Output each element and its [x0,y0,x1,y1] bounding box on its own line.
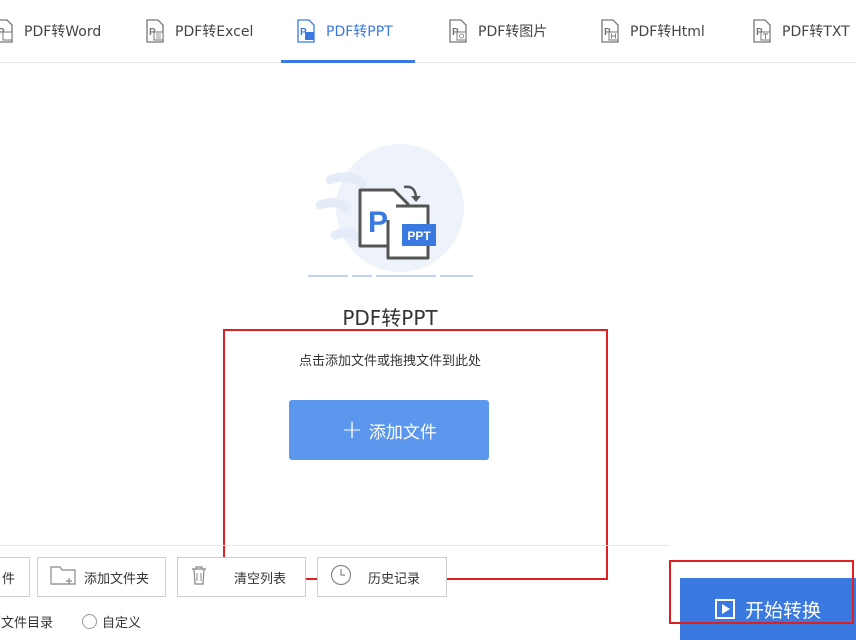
start-label: 开始转换 [744,599,821,622]
ppt-badge: PPT [407,229,431,243]
history-button[interactable]: 历史记录 [317,557,447,597]
clear-list-button[interactable]: 清空列表 [177,557,306,597]
history-label: 历史记录 [368,571,421,587]
tab-pdf-to-ppt[interactable]: P PDF转PPT [281,0,415,63]
folder-add-icon [50,565,76,589]
word-icon: P [0,19,14,43]
custom-label: 自定义 [102,616,142,631]
add-file-label: 添加文件 [368,422,437,443]
source-dir-label: 原文件目录 [0,616,54,631]
excel-icon: P [145,19,165,43]
trash-icon [190,565,208,589]
clear-list-label: 清空列表 [234,571,287,587]
tab-label: PDF转PPT [326,24,393,40]
p-letter: P [368,206,388,239]
divider [0,545,670,546]
page-title: PDF转PPT [342,306,438,330]
start-convert-button[interactable]: 开始转换 [680,578,856,640]
image-icon: P [448,19,468,43]
tab-label: PDF转Html [630,24,705,40]
tab-label: PDF转Word [24,24,102,40]
tab-label: PDF转Excel [175,24,254,40]
txt-icon: P [752,19,772,43]
add-folder-label: 添加文件夹 [84,571,150,587]
tab-pdf-to-word[interactable]: P PDF转Word [0,0,101,62]
ppt-icon: P [296,19,316,43]
tab-label: PDF转TXT [782,24,850,40]
pdf-to-ppt-illustration: P PPT [290,140,490,285]
tab-pdf-to-txt[interactable]: P PDF转TXT [752,0,850,62]
tab-pdf-to-image[interactable]: P PDF转图片 [448,0,547,62]
tab-pdf-to-excel[interactable]: P PDF转Excel [145,0,253,62]
plus-icon: + [341,415,363,445]
html-icon: P [600,19,620,43]
add-file-toolbar-label: 件 [2,571,16,587]
custom-dir-option[interactable]: 自定义 [82,612,141,631]
clock-icon [330,564,352,590]
tab-label: PDF转图片 [478,24,548,40]
drop-hint: 点击添加文件或拖拽文件到此处 [298,354,481,369]
add-file-button[interactable]: + 添加文件 [289,400,489,460]
source-dir-option[interactable]: 原文件目录 [0,612,53,631]
tab-bar: P PDF转Word P PDF转Excel P PDF转PPT P PDF转图… [0,0,856,63]
tab-pdf-to-html[interactable]: P PDF转Html [600,0,705,62]
add-file-toolbar-button[interactable]: 件 [0,557,30,597]
play-icon [714,599,735,619]
add-folder-button[interactable]: 添加文件夹 [37,557,166,597]
